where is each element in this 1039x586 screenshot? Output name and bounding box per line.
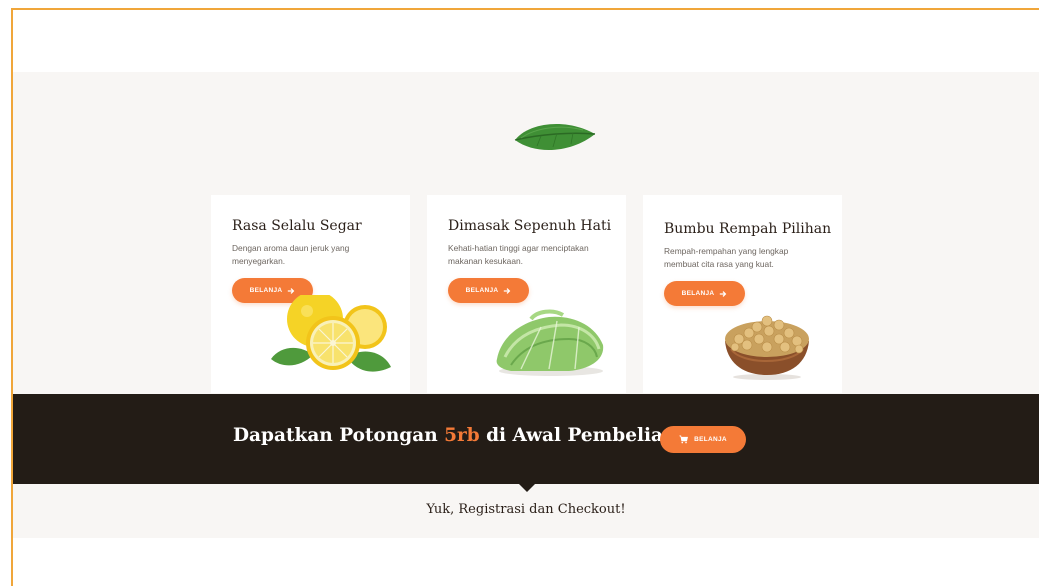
feature-card-fresh: Rasa Selalu Segar Dengan aroma daun jeru… [211,195,410,393]
promo-text-after: di Awal Pembelian! [479,425,685,446]
promo-headline: Dapatkan Potongan 5rb di Awal Pembelian! [233,425,685,446]
shop-button-label: BELANJA [681,290,715,297]
feature-section: Rasa Selalu Segar Dengan aroma daun jeru… [13,72,1039,394]
promo-text-before: Dapatkan Potongan [233,425,445,446]
banner-pointer [519,484,535,492]
page-frame: Rasa Selalu Segar Dengan aroma daun jeru… [11,8,1039,586]
register-section: Yuk, Registrasi dan Checkout! [13,484,1039,538]
arrow-right-icon [288,287,295,294]
shop-button-label: BELANJA [465,287,499,294]
arrow-right-icon [720,290,727,297]
lemon-icon [271,295,391,372]
register-cta-text: Yuk, Registrasi dan Checkout! [426,502,626,517]
promo-banner: Dapatkan Potongan 5rb di Awal Pembelian!… [13,394,1039,484]
promo-discount-amount: 5rb [444,425,480,446]
feature-card-cooked: Dimasak Sepenuh Hati Kehati-hatian tingg… [427,195,626,393]
shop-button[interactable]: BELANJA [448,278,529,303]
feature-card-spices: Bumbu Rempah Pilihan Rempah-rempahan yan… [643,195,842,393]
promo-shop-button[interactable]: BELANJA [660,426,746,453]
card-title: Rasa Selalu Segar [232,218,362,234]
card-description: Kehati-hatian tinggi agar menciptakan ma… [448,243,589,266]
promo-shop-button-label: BELANJA [694,436,727,443]
card-title: Dimasak Sepenuh Hati [448,218,612,234]
arrow-right-icon [504,287,511,294]
card-description: Dengan aroma daun jeruk yang menyegarkan… [232,243,350,266]
shop-button[interactable]: BELANJA [664,281,745,306]
lettuce-icon [496,309,604,376]
shop-button-label: BELANJA [249,287,283,294]
card-title: Bumbu Rempah Pilihan [664,221,832,237]
soybean-bowl-icon [725,315,809,380]
cart-icon [679,435,689,444]
basil-leaf-icon [514,123,596,151]
card-description: Rempah-rempahan yang lengkap membuat cit… [664,246,789,269]
